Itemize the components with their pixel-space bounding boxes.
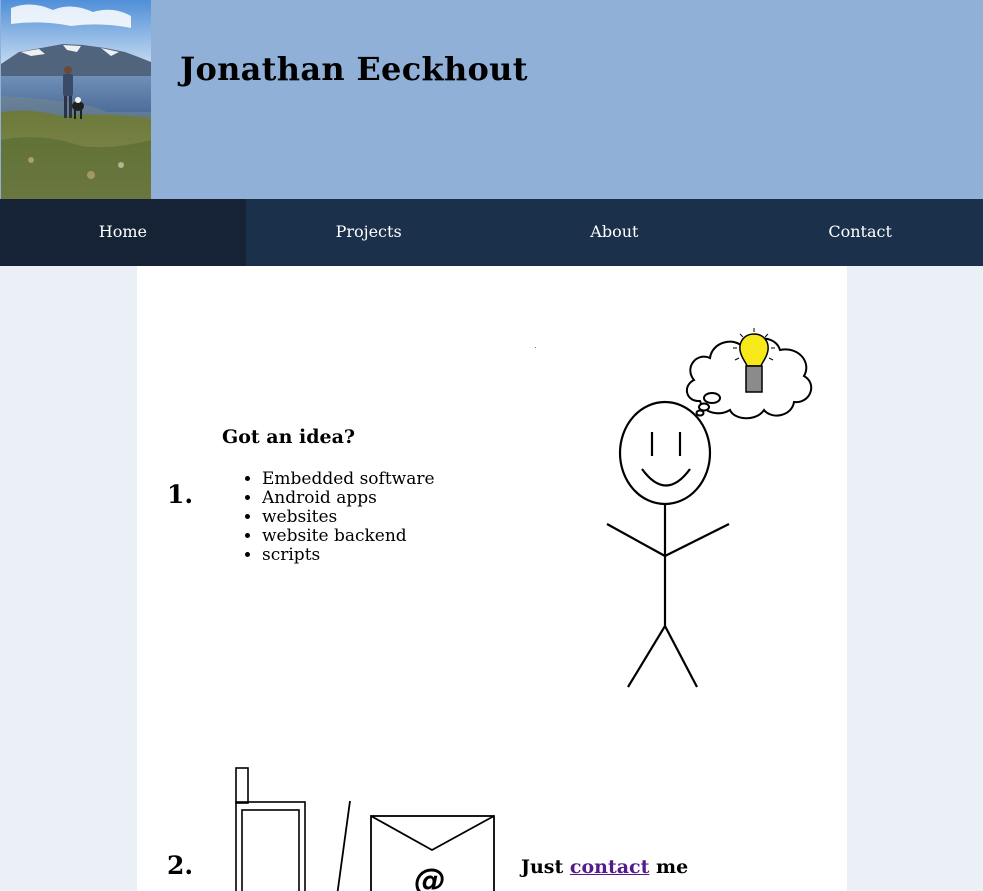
stickman-lightbulb-icon [600, 306, 820, 696]
contact-text-after: me [656, 856, 689, 878]
list-item: Android apps [262, 489, 435, 508]
contact-line: Just contact me [521, 856, 688, 878]
profile-photo-image [1, 0, 151, 199]
at-symbol: @ [414, 861, 446, 891]
main-nav: Home Projects About Contact [0, 199, 983, 266]
contact-text-before: Just [521, 856, 564, 878]
site-title: Jonathan Eeckhout [180, 50, 528, 88]
step-2-number: 2. [167, 851, 194, 880]
nav-item-projects[interactable]: Projects [246, 199, 492, 266]
list-item: scripts [262, 546, 435, 565]
phone-icon [235, 767, 306, 891]
nav-item-home[interactable]: Home [0, 199, 246, 266]
contact-link[interactable]: contact [570, 856, 650, 878]
list-item: websites [262, 508, 435, 527]
nav-item-about[interactable]: About [492, 199, 738, 266]
step-1-number: 1. [167, 480, 194, 509]
header: Jonathan Eeckhout [0, 0, 983, 199]
idea-list: Embedded software Android apps websites … [222, 470, 435, 565]
main-content: 1. Got an idea? Embedded software Androi… [137, 266, 847, 891]
page: Jonathan Eeckhout Home Projects About Co… [0, 0, 983, 891]
phone-and-envelope-icon: @ [227, 761, 507, 891]
nav-item-contact[interactable]: Contact [737, 199, 983, 266]
separator-slash [336, 800, 351, 891]
stick-figure [606, 400, 730, 688]
list-item: Embedded software [262, 470, 435, 489]
list-item: website backend [262, 527, 435, 546]
stray-dot [535, 347, 536, 348]
idea-heading: Got an idea? [222, 426, 356, 448]
profile-photo [1, 0, 151, 199]
